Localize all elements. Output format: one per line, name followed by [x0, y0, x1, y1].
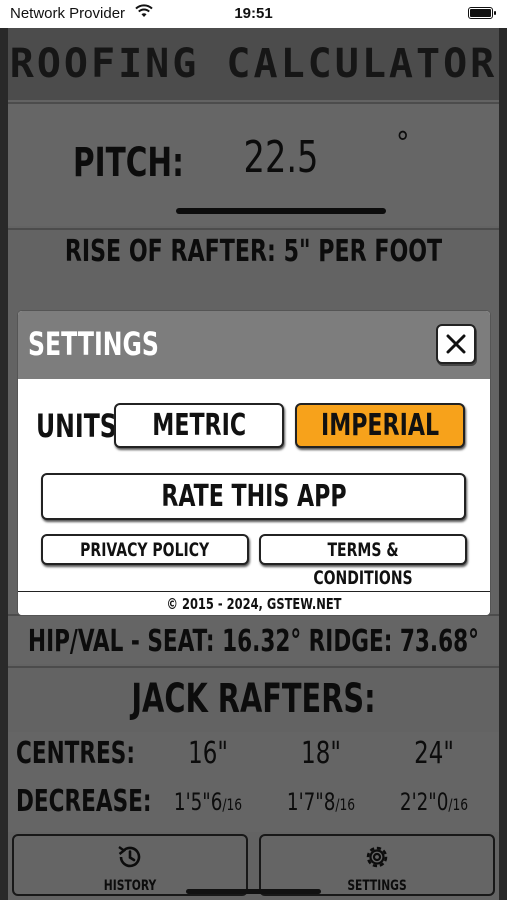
close-button[interactable] — [436, 324, 476, 364]
privacy-policy-label: PRIVACY POLICY — [80, 539, 210, 561]
imperial-label: IMPERIAL — [320, 408, 440, 443]
close-icon — [446, 334, 466, 354]
rate-app-button[interactable]: RATE THIS APP — [41, 473, 466, 520]
metric-label: METRIC — [152, 408, 246, 443]
battery-icon — [468, 7, 496, 19]
dialog-header: SETTINGS — [18, 311, 490, 379]
rate-app-label: RATE THIS APP — [160, 479, 347, 514]
terms-button[interactable]: TERMS & CONDITIONS — [259, 534, 467, 589]
home-indicator — [186, 889, 321, 894]
settings-dialog: SETTINGS UNITS: METRIC IMPERIAL RATE THI… — [18, 311, 490, 615]
clock: 19:51 — [234, 5, 273, 22]
terms-label: TERMS & CONDITIONS — [313, 539, 413, 589]
copyright-text[interactable]: © 2015 - 2024, GSTEW.NET — [53, 595, 454, 613]
metric-button[interactable]: METRIC — [114, 403, 284, 448]
units-label: UNITS: — [36, 407, 127, 445]
privacy-policy-button[interactable]: PRIVACY POLICY — [41, 534, 249, 565]
footer: © 2015 - 2024, GSTEW.NET — [18, 591, 490, 615]
dialog-title: SETTINGS — [28, 325, 159, 363]
status-bar: Network Provider 19:51 — [0, 0, 507, 28]
imperial-button[interactable]: IMPERIAL — [295, 403, 465, 448]
